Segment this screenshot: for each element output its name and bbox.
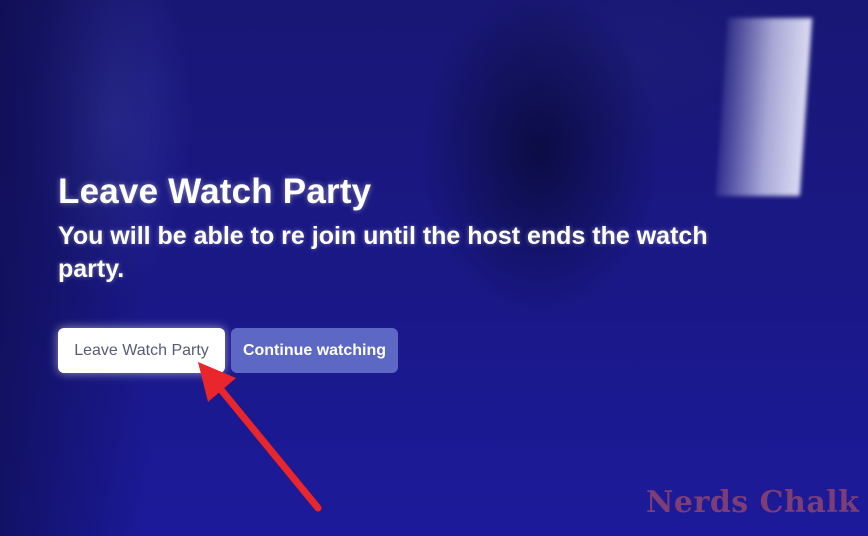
leave-watch-party-dialog: Leave Watch Party You will be able to re…: [58, 172, 818, 286]
background-window-light: [715, 18, 813, 196]
watermark-logo: Nerds Chalk: [646, 485, 860, 520]
dialog-message: You will be able to re join until the ho…: [58, 222, 708, 283]
dialog-title: Leave Watch Party: [58, 172, 372, 211]
annotation-arrow-icon: [198, 362, 322, 512]
